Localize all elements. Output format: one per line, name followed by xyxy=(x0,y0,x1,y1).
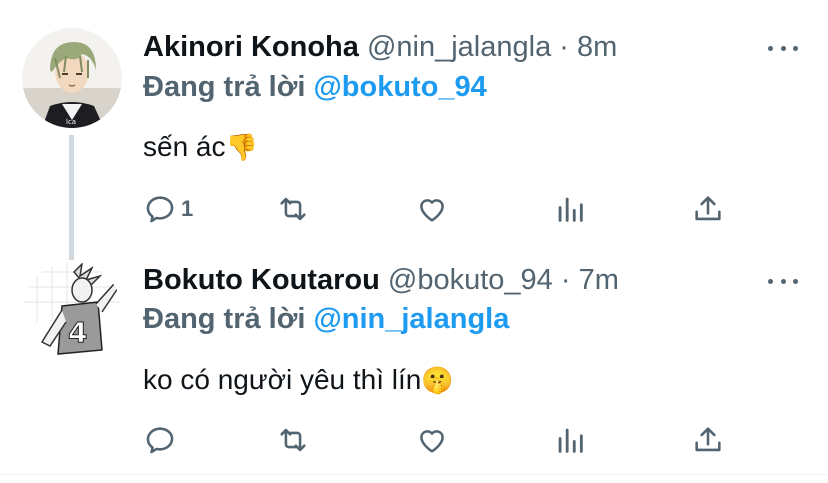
replying-to: Đang trả lời @nin_jalangla xyxy=(143,302,509,336)
share-icon xyxy=(695,196,721,221)
tweet-1[interactable]: lca Akinori Konoha @nin_jalangla · 8m Đa… xyxy=(0,0,828,255)
timestamp[interactable]: 8m xyxy=(577,31,617,63)
analytics-button[interactable] xyxy=(553,192,587,226)
tweet-header: Bokuto Koutarou @bokuto_94 · 7m xyxy=(143,263,619,297)
tweet-text: ko có người yêu thì lín🤫 xyxy=(143,363,454,398)
heart-icon xyxy=(420,430,444,453)
analytics-icon xyxy=(558,428,583,453)
analytics-icon xyxy=(558,197,583,222)
share-button[interactable] xyxy=(691,423,725,457)
tweet-2[interactable]: 4 Bokuto Koutarou @bokuto_94 · 7m Đang t… xyxy=(0,255,828,483)
reply-count: 1 xyxy=(181,196,194,221)
reply-icon xyxy=(146,427,174,454)
more-options-icon[interactable] xyxy=(768,43,798,53)
replying-to: Đang trả lời @bokuto_94 xyxy=(143,70,487,104)
separator-dot: · xyxy=(559,31,569,63)
author-handle[interactable]: @bokuto_94 xyxy=(388,264,553,296)
reply-button[interactable]: 1 xyxy=(143,192,193,226)
shushing-face-emoji: 🤫 xyxy=(421,366,454,396)
tweet-actions: 1 xyxy=(0,192,828,232)
timestamp[interactable]: 7m xyxy=(579,264,619,296)
share-icon xyxy=(695,427,721,452)
tweet-text-content: ko có người yêu thì lín xyxy=(143,364,422,395)
more-options-icon[interactable] xyxy=(768,276,798,286)
like-button[interactable] xyxy=(415,423,449,457)
tweet-text-content: sến ác xyxy=(143,131,226,162)
tweet-header: Akinori Konoha @nin_jalangla · 8m xyxy=(143,30,617,64)
svg-text:4: 4 xyxy=(68,316,87,349)
author-name[interactable]: Bokuto Koutarou xyxy=(143,264,380,296)
author-name[interactable]: Akinori Konoha xyxy=(143,31,359,63)
reply-button[interactable] xyxy=(143,423,181,457)
reply-icon xyxy=(146,196,174,223)
retweet-icon xyxy=(280,428,306,452)
retweet-button[interactable] xyxy=(276,423,310,457)
reply-mention-link[interactable]: @nin_jalangla xyxy=(313,303,509,335)
tweet-text: sến ác👎 xyxy=(143,130,258,165)
avatar[interactable]: lca xyxy=(22,28,122,128)
like-button[interactable] xyxy=(415,192,449,226)
analytics-button[interactable] xyxy=(553,423,587,457)
share-button[interactable] xyxy=(691,192,725,226)
retweet-icon xyxy=(280,197,306,221)
retweet-button[interactable] xyxy=(276,192,310,226)
svg-text:lca: lca xyxy=(66,118,76,126)
thumbs-down-emoji: 👎 xyxy=(225,133,258,163)
replying-to-label: Đang trả lời xyxy=(143,71,306,103)
avatar-bokuto-icon: 4 xyxy=(22,262,122,362)
author-handle[interactable]: @nin_jalangla xyxy=(367,31,551,63)
bottom-divider xyxy=(0,474,828,475)
avatar[interactable]: 4 xyxy=(22,262,122,362)
separator-dot: · xyxy=(560,264,571,296)
avatar-konoha-icon: lca xyxy=(22,28,122,128)
heart-icon xyxy=(420,199,444,222)
reply-mention-link[interactable]: @bokuto_94 xyxy=(313,71,486,103)
replying-to-label: Đang trả lời xyxy=(143,303,306,335)
tweet-actions xyxy=(0,423,828,463)
